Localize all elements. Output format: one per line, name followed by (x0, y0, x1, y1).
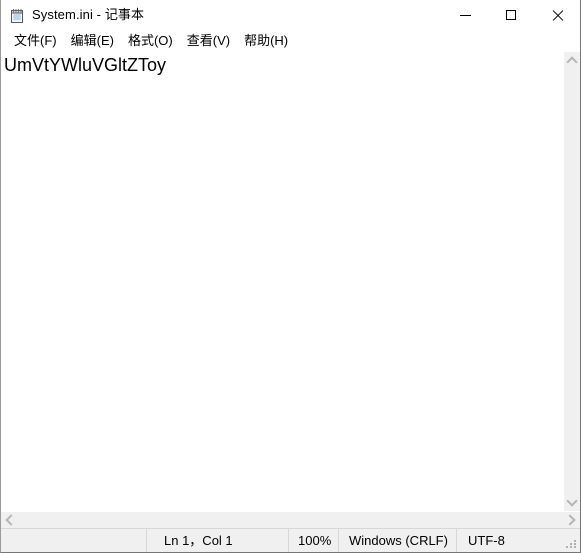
chevron-down-icon (566, 495, 578, 507)
close-icon (552, 10, 563, 21)
menu-bar: 文件(F) 编辑(E) 格式(O) 查看(V) 帮助(H) (1, 30, 580, 51)
status-encoding[interactable]: UTF-8 (456, 529, 580, 552)
window-controls (442, 0, 580, 30)
maximize-button[interactable] (488, 0, 534, 30)
menu-view[interactable]: 查看(V) (180, 31, 237, 51)
menu-format[interactable]: 格式(O) (121, 31, 180, 51)
horizontal-scrollbar[interactable] (1, 511, 580, 528)
scroll-up-button[interactable] (564, 52, 581, 69)
editor-content: UmVtYWluVGltZToy (4, 55, 167, 75)
horizontal-scroll-track[interactable] (18, 512, 563, 528)
menu-edit[interactable]: 编辑(E) (64, 31, 121, 51)
minimize-icon (459, 14, 471, 16)
editor-region: UmVtYWluVGltZToy (1, 51, 580, 511)
chevron-left-icon (5, 514, 17, 526)
close-button[interactable] (534, 0, 580, 30)
scroll-left-button[interactable] (1, 512, 18, 529)
menu-help[interactable]: 帮助(H) (237, 31, 295, 51)
scroll-right-button[interactable] (563, 512, 580, 529)
window-title: System.ini - 记事本 (32, 7, 145, 22)
status-zoom-level[interactable]: 100% (288, 529, 338, 552)
notepad-icon (9, 8, 25, 24)
scroll-down-button[interactable] (564, 494, 581, 511)
status-line-column[interactable]: Ln 1，Col 1 (146, 529, 288, 552)
vertical-scroll-track[interactable] (564, 69, 580, 494)
menu-file[interactable]: 文件(F) (7, 31, 64, 51)
chevron-right-icon (564, 514, 576, 526)
status-bar: Ln 1，Col 1 100% Windows (CRLF) UTF-8 (1, 528, 580, 552)
status-bar-spacer (1, 529, 146, 552)
title-bar-left: System.ini - 记事本 (1, 7, 442, 24)
text-editor[interactable]: UmVtYWluVGltZToy (1, 52, 563, 511)
chevron-up-icon (566, 56, 578, 68)
minimize-button[interactable] (442, 0, 488, 30)
title-bar[interactable]: System.ini - 记事本 (1, 0, 580, 30)
maximize-icon (506, 10, 516, 20)
vertical-scrollbar[interactable] (563, 52, 580, 511)
notepad-window: System.ini - 记事本 文件(F) 编辑(E) 格式(O) 查看(V)… (0, 0, 581, 553)
status-line-ending[interactable]: Windows (CRLF) (338, 529, 456, 552)
